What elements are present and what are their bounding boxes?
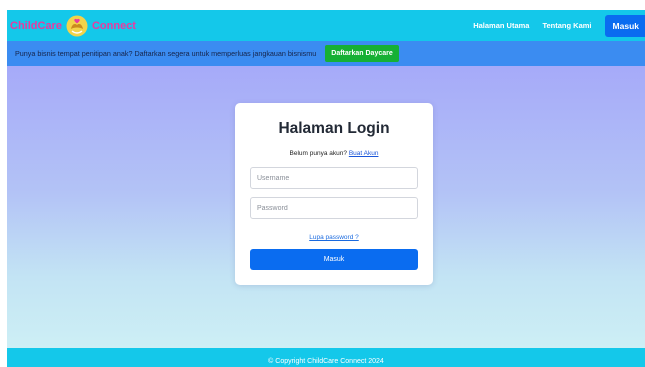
brand-name-right: Connect xyxy=(91,19,136,32)
register-daycare-button[interactable]: Daftarkan Daycare xyxy=(325,45,399,62)
brand-name-left: ChildCare xyxy=(10,19,62,32)
nav-link-about[interactable]: Tentang Kami xyxy=(542,21,591,30)
promo-banner: Punya bisnis tempat penitipan anak? Daft… xyxy=(7,41,645,66)
register-prompt: Belum punya akun? Buat Akun xyxy=(235,150,433,157)
nav-link-home[interactable]: Halaman Utama xyxy=(473,21,529,30)
login-card: Halaman Login Belum punya akun? Buat Aku… xyxy=(235,103,433,285)
password-input[interactable] xyxy=(250,197,418,219)
nav-links: Halaman Utama Tentang Kami Masuk xyxy=(473,10,645,41)
login-submit-button[interactable]: Masuk xyxy=(250,249,418,270)
register-prompt-text: Belum punya akun? xyxy=(289,150,347,157)
brand-logo[interactable]: ChildCare Connect xyxy=(10,14,136,38)
promo-text: Punya bisnis tempat penitipan anak? Daft… xyxy=(15,49,317,58)
hand-heart-icon xyxy=(65,14,89,38)
forgot-password-link[interactable]: Lupa password ? xyxy=(235,234,433,241)
register-link[interactable]: Buat Akun xyxy=(349,150,379,157)
footer: © Copyright ChildCare Connect 2024 xyxy=(7,348,645,367)
username-input[interactable] xyxy=(250,167,418,189)
copyright-text: © Copyright ChildCare Connect 2024 xyxy=(268,358,384,365)
page-title: Halaman Login xyxy=(278,120,390,137)
nav-login-button[interactable]: Masuk xyxy=(604,14,645,37)
top-navbar: ChildCare Connect Halaman Utama Tentang … xyxy=(7,10,645,41)
